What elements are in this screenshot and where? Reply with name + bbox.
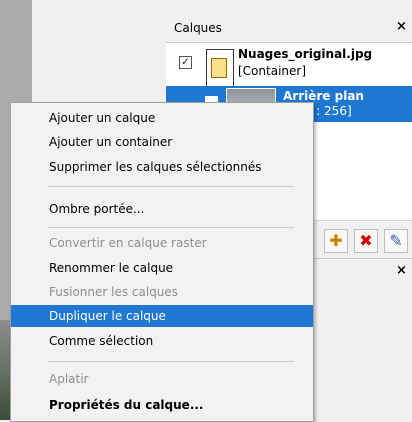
menu-item-add-layer[interactable]: Ajouter un calque [11,107,313,129]
layer-type: [Container] [238,64,307,78]
menu-item-drop-shadow[interactable]: Ombre portée... [11,198,313,220]
new-layer-icon[interactable]: ✚ [324,229,348,253]
layers-panel-title: Calques [174,21,222,35]
menu-item-layer-properties[interactable]: Propriétés du calque... [11,394,313,416]
menu-item-add-container[interactable]: Ajouter un container [11,131,313,153]
menu-item-as-selection[interactable]: Comme sélection [11,330,313,352]
layer-properties-icon[interactable]: ✎ [384,229,408,253]
layer-visibility-checkbox[interactable]: ✓ [179,56,192,69]
menu-item-merge-layers[interactable]: Fusionner les calques [11,281,313,303]
menu-item-delete-selected[interactable]: Supprimer les calques sélectionnés [11,156,313,178]
folder-icon-inner [211,58,227,78]
delete-layer-icon[interactable]: ✖ [354,229,378,253]
menu-item-duplicate-layer[interactable]: Dupliquer le calque [11,305,313,327]
menu-separator [48,227,294,228]
menu-separator [48,186,294,187]
close-icon[interactable]: × [396,19,407,34]
close-icon[interactable]: × [396,263,407,278]
menu-item-rename-layer[interactable]: Renommer le calque [11,257,313,279]
menu-item-convert-raster[interactable]: Convertir en calque raster [11,232,313,254]
menu-item-flatten[interactable]: Aplatir [11,368,313,390]
menu-separator [48,361,294,362]
layer-name: Arrière plan [283,89,364,103]
layer-name: Nuages_original.jpg [238,47,373,61]
